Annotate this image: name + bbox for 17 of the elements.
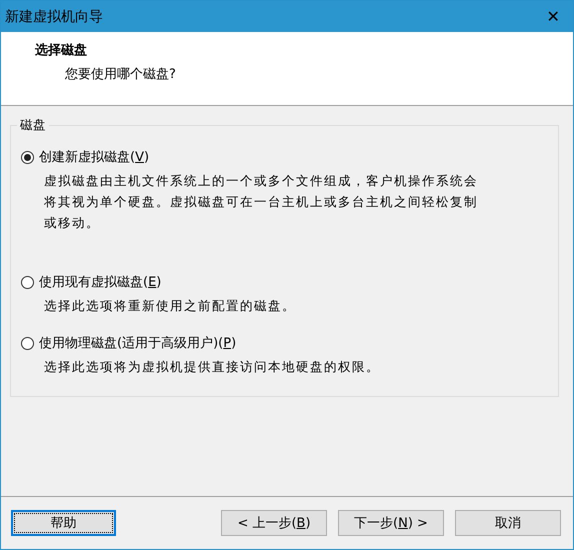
help-button[interactable]: 帮助 [11, 510, 116, 536]
nav-button[interactable]: 下一步(N) > [338, 510, 444, 536]
radio-button[interactable] [21, 150, 34, 164]
close-button[interactable]: ✕ [533, 1, 573, 32]
radio-button[interactable] [21, 336, 34, 350]
option-description: 虚拟磁盘由主机文件系统上的一个或多个文件组成，客户机操作系统会将其视为单个硬盘。虚拟磁盘可在一台主机上或多台主机之间轻松复制或移动。 [44, 172, 479, 232]
option-description: 选择此选项将为虚拟机提供直接访问本地硬盘的权限。 [44, 358, 381, 376]
page-subtitle: 您要使用哪个磁盘? [64, 66, 177, 83]
window-title: 新建虚拟机向导 [5, 8, 103, 26]
page-title: 选择磁盘 [35, 42, 88, 59]
radio-option[interactable]: 使用现有虚拟磁盘(E) [21, 273, 548, 291]
radio-option[interactable]: 创建新虚拟磁盘(V) [21, 148, 548, 166]
cancel-button[interactable]: 取消 [455, 510, 561, 536]
option-description: 选择此选项将重新使用之前配置的磁盘。 [44, 297, 297, 315]
nav-button[interactable]: < 上一步(B) [221, 510, 327, 536]
radio-button[interactable] [21, 276, 34, 288]
radio-option[interactable]: 使用物理磁盘(适用于高级用户)(P) [21, 334, 548, 352]
